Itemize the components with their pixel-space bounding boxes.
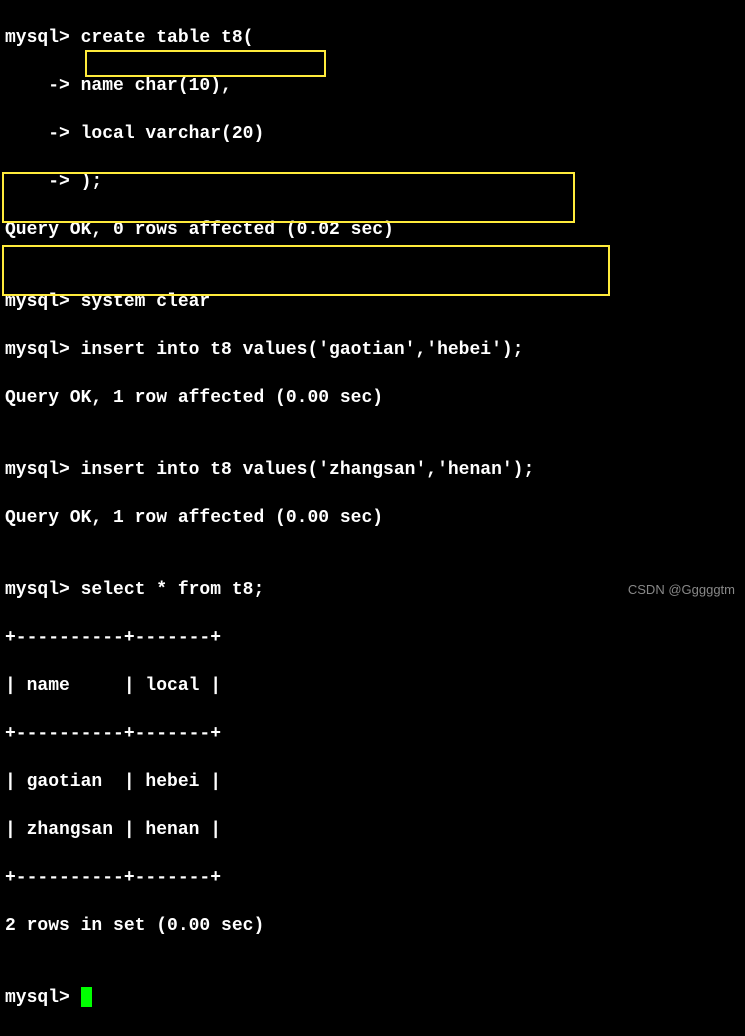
terminal-line: mysql> insert into t8 values('gaotian','… <box>5 338 740 362</box>
terminal-prompt: mysql> <box>5 988 81 1008</box>
watermark: CSDN @Gggggtm <box>628 582 735 597</box>
terminal-line: Query OK, 1 row affected (0.00 sec) <box>5 386 740 410</box>
terminal-line: +----------+-------+ <box>5 626 740 650</box>
cursor-icon <box>81 987 92 1007</box>
terminal-line: | zhangsan | henan | <box>5 818 740 842</box>
terminal-line: +----------+-------+ <box>5 722 740 746</box>
terminal-line: mysql> system clear <box>5 290 740 314</box>
terminal-text: -> <box>5 124 81 144</box>
terminal-line: mysql> create table t8( <box>5 26 740 50</box>
terminal-line: Query OK, 0 rows affected (0.02 sec) <box>5 218 740 242</box>
terminal-line: 2 rows in set (0.00 sec) <box>5 914 740 938</box>
terminal-line: | name | local | <box>5 674 740 698</box>
terminal-line: +----------+-------+ <box>5 866 740 890</box>
terminal-line: mysql> insert into t8 values('zhangsan',… <box>5 458 740 482</box>
terminal-prompt-line[interactable]: mysql> <box>5 986 740 1010</box>
terminal-output: mysql> create table t8( -> name char(10)… <box>0 0 745 1036</box>
terminal-line: Query OK, 1 row affected (0.00 sec) <box>5 506 740 530</box>
terminal-text: local varchar(20) <box>81 124 265 144</box>
terminal-line: -> local varchar(20) <box>5 122 740 146</box>
terminal-line: -> name char(10), <box>5 74 740 98</box>
terminal-line: -> ); <box>5 170 740 194</box>
terminal-line: | gaotian | hebei | <box>5 770 740 794</box>
